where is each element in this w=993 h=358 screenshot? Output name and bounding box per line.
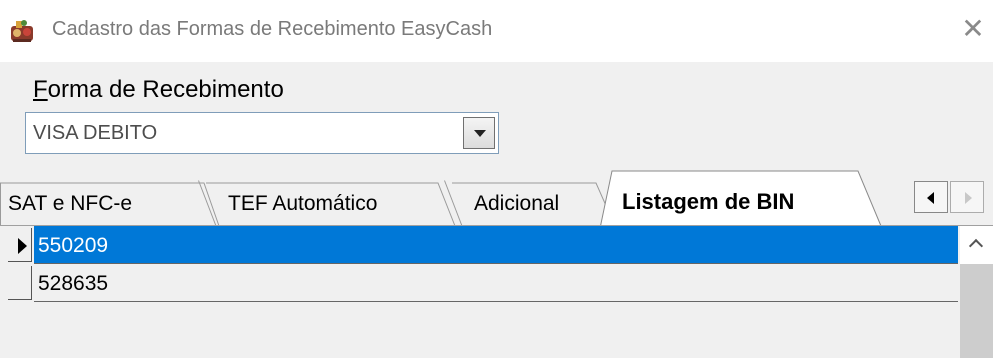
current-row-arrow-icon — [18, 238, 27, 254]
title-bar: Cadastro das Formas de Recebimento EasyC… — [0, 0, 993, 62]
chevron-right-icon[interactable] — [950, 181, 984, 213]
tab-adicional[interactable]: Adicional — [444, 180, 616, 227]
bin-grid: 550209 528635 — [0, 226, 993, 358]
combobox-value: VISA DEBITO — [33, 122, 158, 144]
tab-label: Listagem de BIN — [622, 189, 795, 214]
chevron-up-icon[interactable] — [960, 226, 993, 264]
bin-value: 528635 — [38, 272, 109, 295]
row-indicator — [8, 228, 32, 262]
bin-value: 550209 — [38, 234, 109, 257]
tab-listagem-bin[interactable]: Listagem de BIN — [600, 170, 882, 227]
bin-cell[interactable]: 528635 — [34, 264, 958, 302]
chevron-left-icon[interactable] — [914, 181, 948, 213]
forma-recebimento-combobox[interactable]: VISA DEBITO — [25, 112, 499, 154]
tab-label: SAT e NFC-e — [8, 192, 133, 215]
table-row[interactable]: 550209 — [0, 226, 958, 264]
app-logo-icon — [11, 20, 33, 42]
tab-scroll-buttons — [914, 181, 986, 213]
close-icon: ✕ — [961, 13, 985, 44]
label-text: orma de Recebimento — [47, 76, 284, 103]
tab-label: Adicional — [474, 192, 560, 215]
label-accelerator: F — [33, 76, 48, 103]
scrollbar-thumb[interactable] — [960, 264, 993, 358]
close-button[interactable]: ✕ — [958, 14, 988, 44]
tab-tef-automatico[interactable]: TEF Automático — [198, 180, 456, 227]
table-row[interactable]: 528635 — [0, 264, 958, 302]
forma-recebimento-label: Forma de Recebimento — [33, 76, 284, 104]
tab-label: TEF Automático — [228, 192, 378, 215]
bin-cell[interactable]: 550209 — [34, 226, 958, 264]
row-indicator — [8, 266, 32, 300]
tab-sat-nfce[interactable]: SAT e NFC-e — [0, 180, 220, 227]
vertical-scrollbar[interactable] — [960, 226, 993, 358]
window-title: Cadastro das Formas de Recebimento EasyC… — [52, 18, 493, 40]
chevron-down-icon[interactable] — [463, 117, 495, 149]
tab-strip: SAT e NFC-e TEF Automático Adicional Lis… — [0, 168, 993, 227]
